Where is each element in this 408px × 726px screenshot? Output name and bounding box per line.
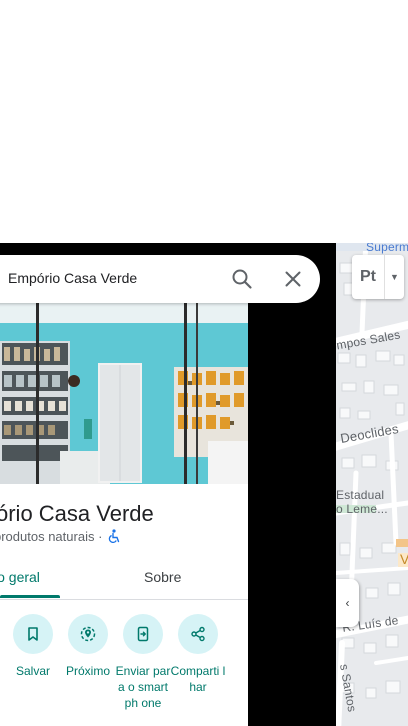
send-to-phone-button[interactable]: Enviar para o smartph one [115,614,171,711]
search-bar[interactable]: Empório Casa Verde [0,255,320,303]
map-label-supermarket: Superm [366,243,408,254]
save-button[interactable]: Salvar [5,614,61,679]
map-label-place: o Leme... [336,502,388,516]
tab-about[interactable]: Sobre [144,569,181,585]
map-streets [336,243,408,726]
tab-divider [0,599,248,600]
search-input[interactable]: Empório Casa Verde [8,270,137,286]
map-label-poi: V [400,551,408,567]
place-category: produtos naturais · [0,529,120,544]
wheelchair-accessible-icon [108,529,120,543]
map-view[interactable]: Superm mpos Sales Deoclides Estadual o L… [336,243,408,726]
place-category-text: produtos naturais · [0,529,103,544]
nearby-label: Próximo [65,664,110,678]
share-button[interactable]: Comparti lhar [170,614,226,695]
nearby-icon [68,614,108,654]
layer-label: Pt [360,268,376,285]
share-icon [178,614,218,654]
maps-app: Superm mpos Sales Deoclides Estadual o L… [0,0,408,726]
send-to-phone-icon [123,614,163,654]
chevron-left-icon: ‹ [345,596,350,610]
bookmark-icon [13,614,53,654]
place-title: ório Casa Verde [0,501,154,526]
collapse-panel-button[interactable]: ‹ [336,579,359,627]
save-label: Salvar [15,664,50,678]
active-tab-indicator [0,595,60,598]
place-info-panel: ório Casa Verde produtos naturais · io g… [0,484,248,726]
nearby-button[interactable]: Próximo [60,614,116,679]
tab-overview[interactable]: io geral [0,569,40,585]
close-icon[interactable] [281,267,305,291]
search-icon[interactable] [230,267,254,291]
share-label: Comparti lhar [170,664,226,694]
send-to-phone-label: Enviar para o smartph one [115,664,171,710]
chevron-down-icon[interactable]: ▼ [384,255,404,299]
map-label-place: Estadual [336,488,385,502]
map-layer-button[interactable]: Pt ▼ [352,255,404,299]
store-interior-image [0,301,248,484]
place-photo[interactable] [0,301,248,484]
